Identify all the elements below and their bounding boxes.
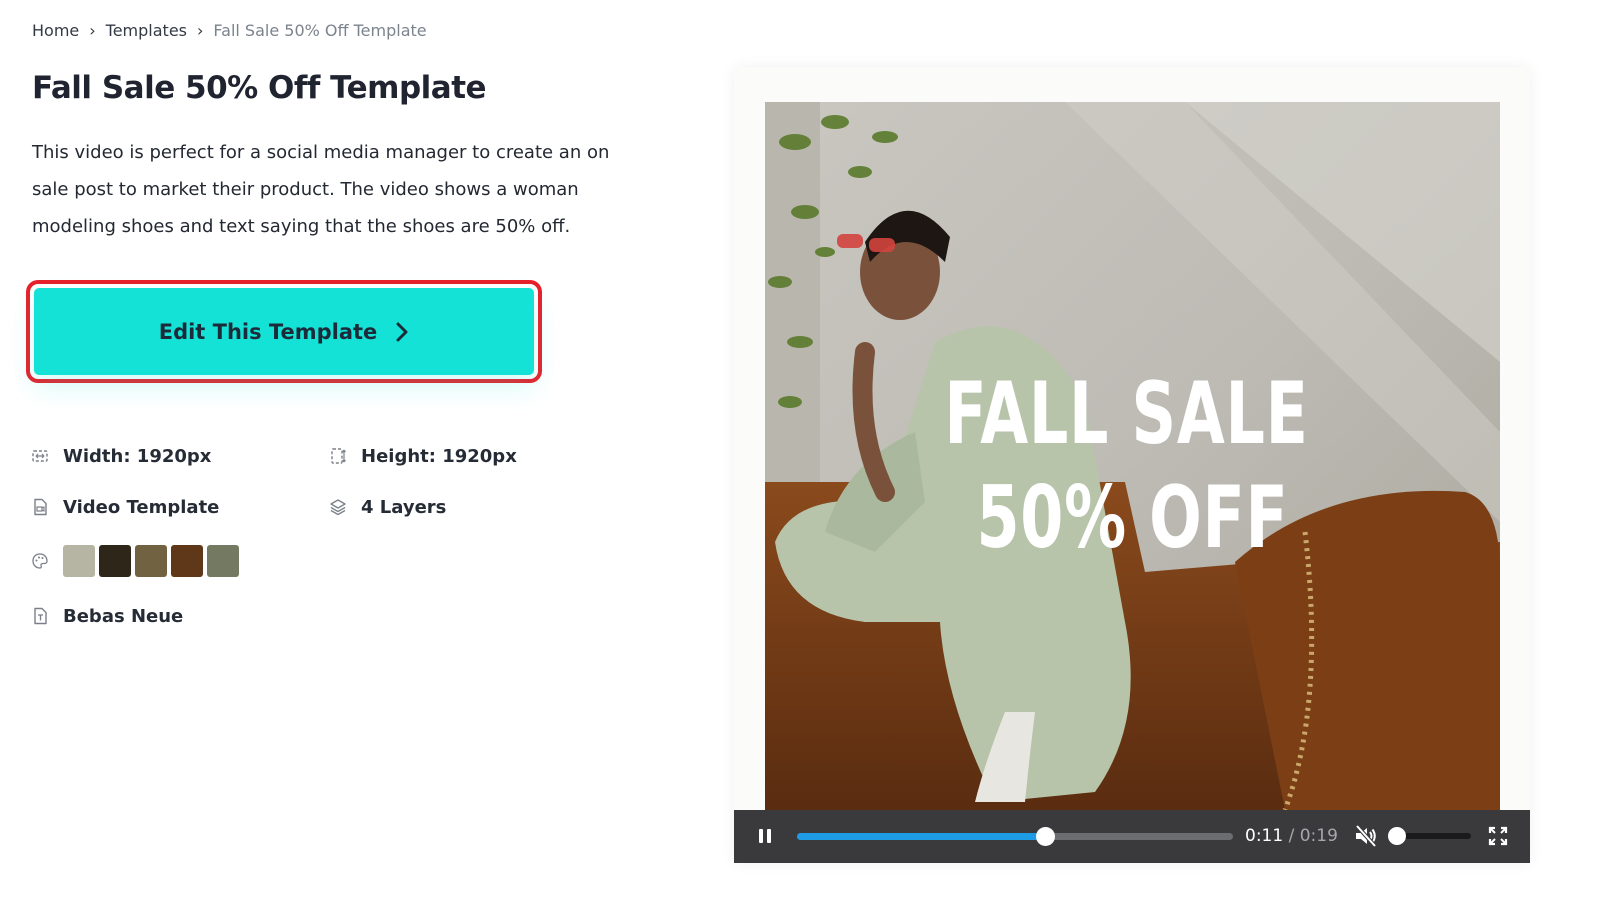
time-separator: / <box>1283 826 1300 846</box>
color-swatch[interactable] <box>63 545 95 577</box>
breadcrumb: Home › Templates › Fall Sale 50% Off Tem… <box>32 18 427 42</box>
overlay-headline: FALL SALE <box>944 364 1309 464</box>
progress-bar[interactable] <box>797 827 1233 846</box>
video-controls: 0:11 / 0:19 <box>734 810 1530 863</box>
height-icon <box>329 447 347 465</box>
chevron-right-icon <box>395 321 409 343</box>
spec-layers-label: 4 Layers <box>361 496 447 518</box>
spec-height-label: Height: 1920px <box>361 445 517 467</box>
spec-width-label: Width: 1920px <box>63 445 212 467</box>
spec-width: Width: 1920px <box>31 443 211 469</box>
breadcrumb-home-link[interactable]: Home <box>32 21 79 40</box>
palette-icon <box>31 552 49 570</box>
color-swatch[interactable] <box>207 545 239 577</box>
edit-template-button[interactable]: Edit This Template <box>34 288 534 375</box>
video-preview[interactable]: FALL SALE 50% OFF <box>765 102 1500 810</box>
duration: 0:19 <box>1299 826 1338 846</box>
volume-knob[interactable] <box>1388 827 1406 845</box>
video-file-icon <box>31 498 49 516</box>
spec-type-label: Video Template <box>63 496 220 518</box>
volume-slider[interactable] <box>1388 827 1471 845</box>
spec-font: Bebas Neue <box>31 603 183 629</box>
progress-fill <box>797 833 1045 840</box>
layers-icon <box>329 498 347 516</box>
spec-height: Height: 1920px <box>329 443 517 469</box>
edit-template-label: Edit This Template <box>158 319 378 344</box>
overlay-subheadline: 50% OFF <box>976 468 1289 568</box>
breadcrumb-templates-link[interactable]: Templates <box>106 21 187 40</box>
spec-type: Video Template <box>31 494 219 520</box>
width-icon <box>31 447 49 465</box>
fullscreen-icon[interactable] <box>1488 826 1508 846</box>
breadcrumb-current: Fall Sale 50% Off Template <box>213 20 427 40</box>
time-display: 0:11 / 0:19 <box>1245 826 1338 846</box>
page-title: Fall Sale 50% Off Template <box>32 70 487 106</box>
color-swatch[interactable] <box>99 545 131 577</box>
color-swatch[interactable] <box>171 545 203 577</box>
breadcrumb-separator: › <box>89 20 96 40</box>
pause-icon[interactable] <box>756 827 774 845</box>
breadcrumb-separator: › <box>197 20 204 40</box>
color-swatch[interactable] <box>135 545 167 577</box>
color-palette <box>31 545 243 577</box>
muted-speaker-icon[interactable] <box>1353 824 1379 848</box>
progress-scrubber[interactable] <box>1035 827 1055 846</box>
spec-font-label: Bebas Neue <box>63 605 184 627</box>
current-time: 0:11 <box>1245 826 1284 846</box>
spec-layers: 4 Layers <box>329 494 446 520</box>
template-description: This video is perfect for a social media… <box>32 142 610 237</box>
font-file-icon <box>31 607 49 625</box>
